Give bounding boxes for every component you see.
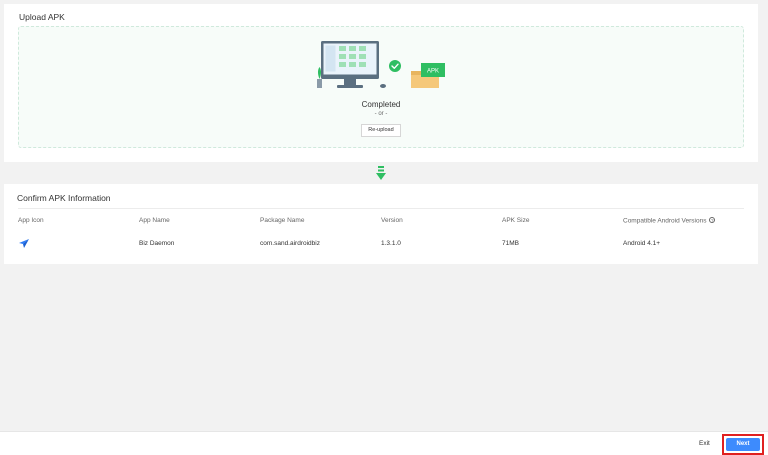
next-button-highlight: Next [722, 434, 764, 455]
header-package-name: Package Name [260, 217, 305, 224]
paper-plane-icon [19, 239, 29, 248]
header-version: Version [381, 217, 403, 224]
upload-status-text: Completed [361, 100, 401, 109]
header-divider [18, 208, 744, 209]
reupload-button[interactable]: Re-upload [361, 124, 401, 137]
confirm-apk-info-panel: Confirm APK Information App Icon App Nam… [4, 184, 758, 264]
header-compatible-android-versions: Compatible Android Versions ? [623, 217, 716, 225]
footer-bar: Exit Next [0, 431, 768, 455]
version-value: 1.3.1.0 [381, 240, 401, 247]
upload-apk-title: Upload APK [19, 12, 65, 22]
header-compatible-label: Compatible Android Versions [623, 217, 707, 225]
header-app-icon: App Icon [18, 217, 44, 224]
app-name-value: Biz Daemon [139, 240, 175, 247]
next-button[interactable]: Next [726, 438, 760, 451]
header-apk-size: APK Size [502, 217, 530, 224]
apk-size-value: 71MB [502, 240, 519, 247]
down-arrow-icon [376, 166, 386, 180]
upload-completed-illustration: APK [317, 41, 445, 88]
apk-badge-text: APK [427, 69, 439, 75]
android-versions-value: Android 4.1+ [623, 240, 661, 247]
confirm-apk-info-title: Confirm APK Information [17, 193, 111, 203]
or-separator-text: - or - [374, 111, 388, 117]
upload-dropzone[interactable]: APK Completed - or - Re-upload [18, 26, 744, 148]
exit-button[interactable]: Exit [699, 440, 710, 447]
package-name-value: com.sand.airdroidbiz [260, 240, 320, 247]
header-app-name: App Name [139, 217, 170, 224]
upload-apk-panel: Upload APK APK Completed - or - Re-uploa… [4, 4, 758, 162]
help-icon[interactable]: ? [709, 217, 716, 223]
